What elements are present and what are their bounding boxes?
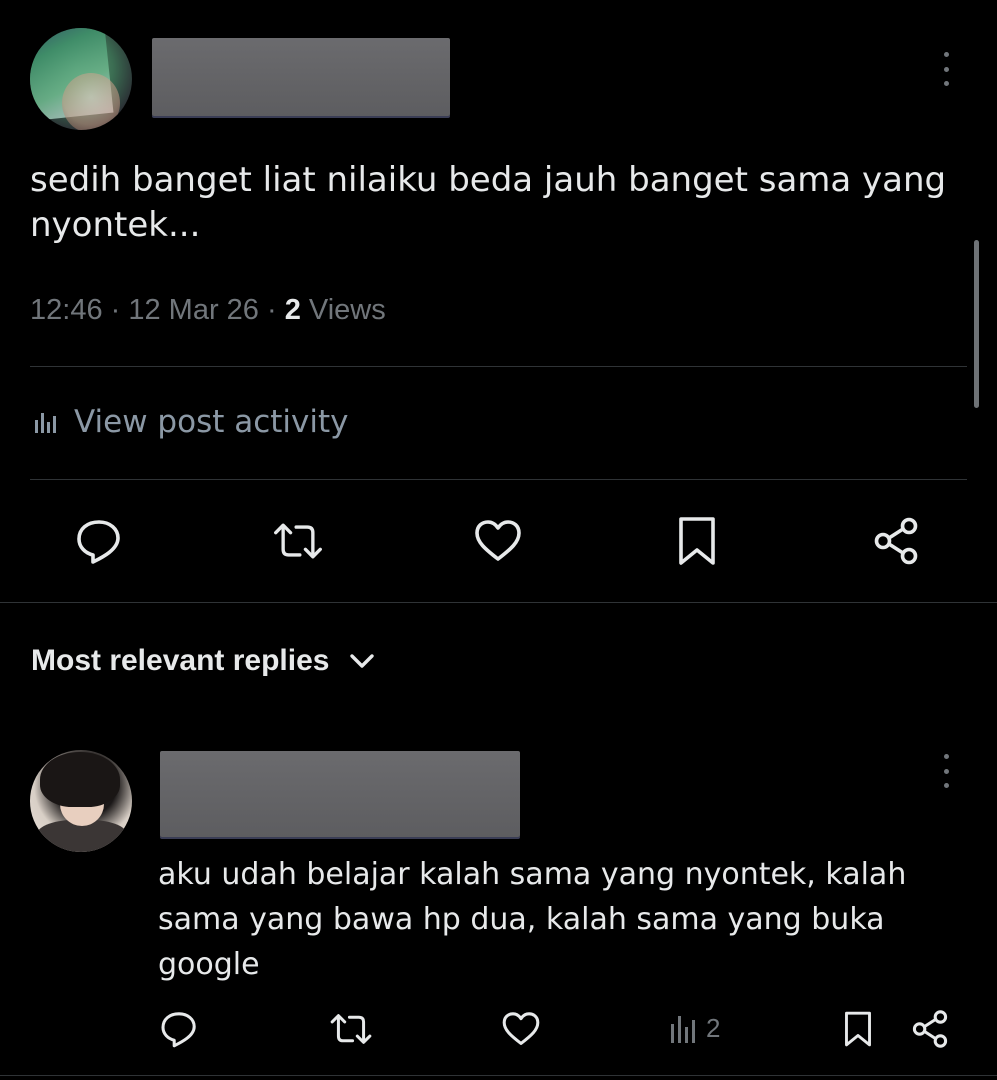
post-time: 12:46 [30, 294, 103, 326]
meta-separator: · [258, 294, 285, 326]
reply-icon [161, 1012, 196, 1048]
reply-views-button[interactable]: 2 [668, 1011, 720, 1045]
section-divider [0, 602, 997, 603]
more-dot [943, 66, 949, 72]
scrollbar[interactable] [974, 240, 979, 408]
reply-share-button[interactable] [904, 1003, 956, 1055]
post-views-label: Views [300, 294, 386, 326]
bookmark-icon [679, 517, 715, 565]
post-date: 12 Mar 26 [128, 294, 259, 326]
author-avatar[interactable] [30, 28, 132, 130]
more-dot [943, 52, 949, 57]
avatar-face-image [62, 73, 120, 130]
reply-author-avatar[interactable] [30, 750, 132, 852]
bookmark-icon [845, 1011, 871, 1047]
reply-button[interactable] [73, 515, 125, 567]
reply-views-count: 2 [706, 1012, 721, 1043]
views-icon [671, 1016, 695, 1043]
repost-button[interactable] [272, 515, 324, 567]
reply-bookmark-button[interactable] [832, 1003, 884, 1055]
reply-icon [77, 520, 120, 564]
post-text: sedih banget liat nilaiku beda jauh bang… [30, 160, 947, 245]
reply-more-options-button[interactable] [938, 754, 954, 788]
repost-icon [330, 1014, 372, 1044]
like-icon [502, 1012, 540, 1045]
more-dot [943, 754, 949, 759]
redacted-reply-author-name [160, 751, 520, 837]
divider [30, 366, 967, 367]
more-dot [943, 783, 949, 788]
reply-reply-button[interactable] [153, 1003, 205, 1055]
more-dot [943, 768, 949, 774]
like-button[interactable] [472, 515, 524, 567]
view-post-activity-label: View post activity [74, 404, 349, 440]
redacted-author-name [152, 38, 450, 116]
like-icon [475, 520, 521, 561]
share-icon [912, 1010, 948, 1048]
bookmark-button[interactable] [671, 515, 723, 567]
analytics-icon [35, 413, 56, 433]
divider [30, 479, 967, 480]
share-button[interactable] [870, 515, 922, 567]
replies-sort-label: Most relevant replies [31, 644, 330, 677]
repost-icon [274, 523, 322, 559]
view-post-activity-link[interactable]: View post activity [32, 404, 349, 440]
replies-sort-dropdown[interactable]: Most relevant replies [31, 644, 375, 678]
share-icon [874, 517, 918, 565]
meta-separator: · [102, 294, 129, 326]
post-views-count: 2 [284, 294, 301, 326]
more-dot [943, 81, 949, 86]
divider [0, 1075, 997, 1076]
avatar-hair-image [40, 752, 120, 807]
reply-text: aku udah belajar kalah sama yang nyontek… [158, 857, 907, 982]
post-meta: 12:46 · 12 Mar 26 · 2 Views [30, 294, 386, 327]
reply-like-button[interactable] [495, 1003, 547, 1055]
more-options-button[interactable] [938, 52, 954, 86]
chevron-down-icon [350, 654, 375, 668]
reply-repost-button[interactable] [325, 1003, 377, 1055]
